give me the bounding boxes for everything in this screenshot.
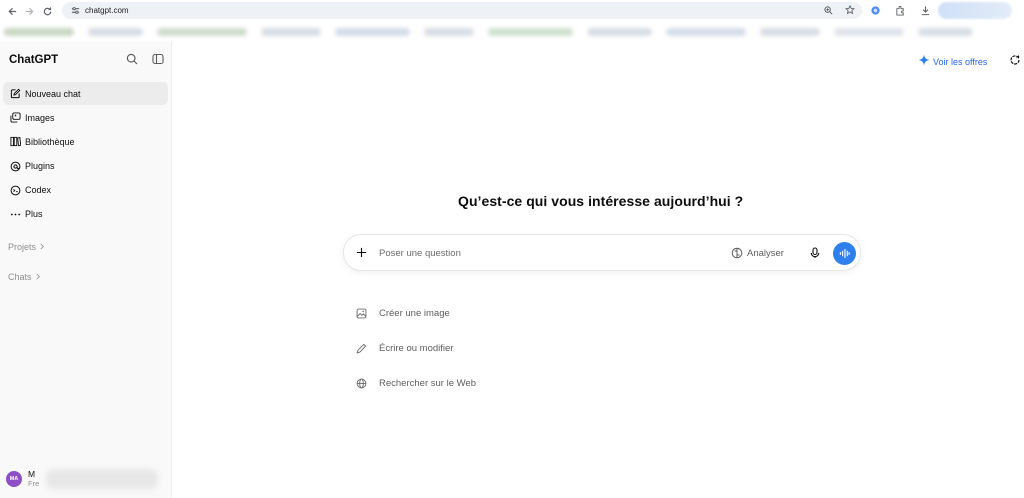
user-account-button[interactable]: MA M Fre: [6, 465, 166, 493]
chats-section-toggle[interactable]: Chats: [8, 272, 41, 282]
site-settings-icon[interactable]: [67, 6, 83, 15]
bookmark-item[interactable]: [157, 28, 247, 36]
image-icon: [355, 307, 368, 320]
chevron-right-icon: [39, 242, 45, 252]
projects-label: Projets: [8, 242, 37, 252]
suggestion-create-image[interactable]: Créer une image: [355, 296, 476, 331]
offers-link-text: Voir les offres: [933, 57, 988, 67]
bookmark-item[interactable]: [834, 28, 904, 36]
avatar: MA: [6, 471, 22, 487]
browser-toolbar: chatgpt.com: [0, 0, 1024, 22]
projects-section-toggle[interactable]: Projets: [8, 242, 45, 252]
sidebar-item-label: Plugins: [25, 161, 55, 172]
sidebar-item-label: Codex: [25, 185, 52, 196]
library-icon: [9, 136, 21, 148]
bookmark-star-icon[interactable]: [844, 4, 856, 16]
sidebar-item-images[interactable]: Images: [3, 106, 168, 129]
forward-icon[interactable]: [19, 1, 39, 21]
brand-logo-text[interactable]: ChatGPT: [9, 54, 58, 66]
sidebar-item-library[interactable]: Bibliothèque: [3, 130, 168, 153]
composer: Analyser: [343, 234, 861, 271]
search-icon[interactable]: [125, 52, 139, 66]
sidebar-item-label: Plus: [25, 209, 43, 220]
bookmark-item[interactable]: [760, 28, 820, 36]
images-icon: [9, 112, 21, 124]
bookmark-item[interactable]: [918, 28, 973, 36]
waveform-icon: [839, 248, 850, 259]
plugins-icon: [9, 160, 21, 172]
bookmarks-bar: [0, 22, 1024, 42]
sidebar-toggle-icon[interactable]: [151, 52, 165, 66]
voice-mode-button[interactable]: [833, 242, 856, 265]
sidebar-menu: Nouveau chat Images Bibliothèque Plugins…: [3, 82, 168, 227]
redacted-area: [46, 469, 158, 489]
extension-icon[interactable]: [868, 3, 882, 17]
bookmark-item[interactable]: [261, 28, 321, 36]
suggestion-web-search[interactable]: Rechercher sur le Web: [355, 366, 476, 401]
reload-icon[interactable]: [37, 1, 57, 21]
chevron-right-icon: [35, 272, 41, 282]
sidebar-item-new-chat[interactable]: Nouveau chat: [3, 82, 168, 105]
bookmark-item[interactable]: [4, 28, 74, 36]
sidebar-item-plugins[interactable]: Plugins: [3, 155, 168, 178]
chats-label: Chats: [8, 272, 32, 282]
suggestion-write-edit[interactable]: Écrire ou modifier: [355, 331, 476, 366]
sidebar-item-more[interactable]: Plus: [3, 203, 168, 226]
microphone-icon[interactable]: [807, 245, 822, 260]
suggestion-label: Écrire ou modifier: [379, 343, 454, 354]
sidebar-item-codex[interactable]: Codex: [3, 179, 168, 202]
sidebar: ChatGPT Nouveau chat Images Bibliothèque…: [0, 42, 172, 498]
user-plan: Fre: [28, 479, 40, 488]
compose-icon: [9, 88, 21, 100]
suggestion-label: Rechercher sur le Web: [379, 378, 476, 389]
more-icon: [9, 208, 21, 220]
brain-icon: [730, 247, 743, 260]
address-bar[interactable]: chatgpt.com: [62, 2, 862, 19]
bookmark-item[interactable]: [335, 28, 410, 36]
pencil-icon: [355, 342, 368, 355]
bookmark-item[interactable]: [488, 28, 573, 36]
page-title: Qu’est-ce qui vous intéresse aujourd’hui…: [458, 193, 744, 209]
sidebar-item-label: Nouveau chat: [25, 88, 81, 99]
sparkle-icon: [918, 53, 930, 71]
temporary-chat-icon[interactable]: [1009, 53, 1023, 67]
sidebar-item-label: Bibliothèque: [25, 136, 75, 147]
prompt-input[interactable]: [379, 245, 679, 261]
suggestions-list: Créer une image Écrire ou modifier Reche…: [355, 296, 476, 401]
user-name: M: [28, 469, 36, 479]
url-text: chatgpt.com: [85, 6, 129, 15]
bookmark-item[interactable]: [587, 28, 652, 36]
bookmark-item[interactable]: [88, 28, 143, 36]
analyze-button[interactable]: Analyser: [730, 244, 784, 262]
sidebar-header: ChatGPT: [9, 53, 165, 67]
bookmark-item[interactable]: [666, 28, 746, 36]
download-icon[interactable]: [918, 3, 932, 17]
globe-icon: [355, 377, 368, 390]
upgrade-offers-button[interactable]: Voir les offres: [918, 53, 987, 71]
zoom-icon[interactable]: [822, 4, 834, 16]
suggestion-label: Créer une image: [379, 308, 450, 319]
sidebar-item-label: Images: [25, 112, 55, 123]
profile-button[interactable]: [938, 2, 1012, 19]
analyze-label: Analyser: [747, 247, 784, 259]
add-attachment-button[interactable]: [354, 245, 369, 260]
bookmark-item[interactable]: [424, 28, 474, 36]
codex-icon: [9, 184, 21, 196]
extensions-puzzle-icon[interactable]: [893, 3, 907, 17]
